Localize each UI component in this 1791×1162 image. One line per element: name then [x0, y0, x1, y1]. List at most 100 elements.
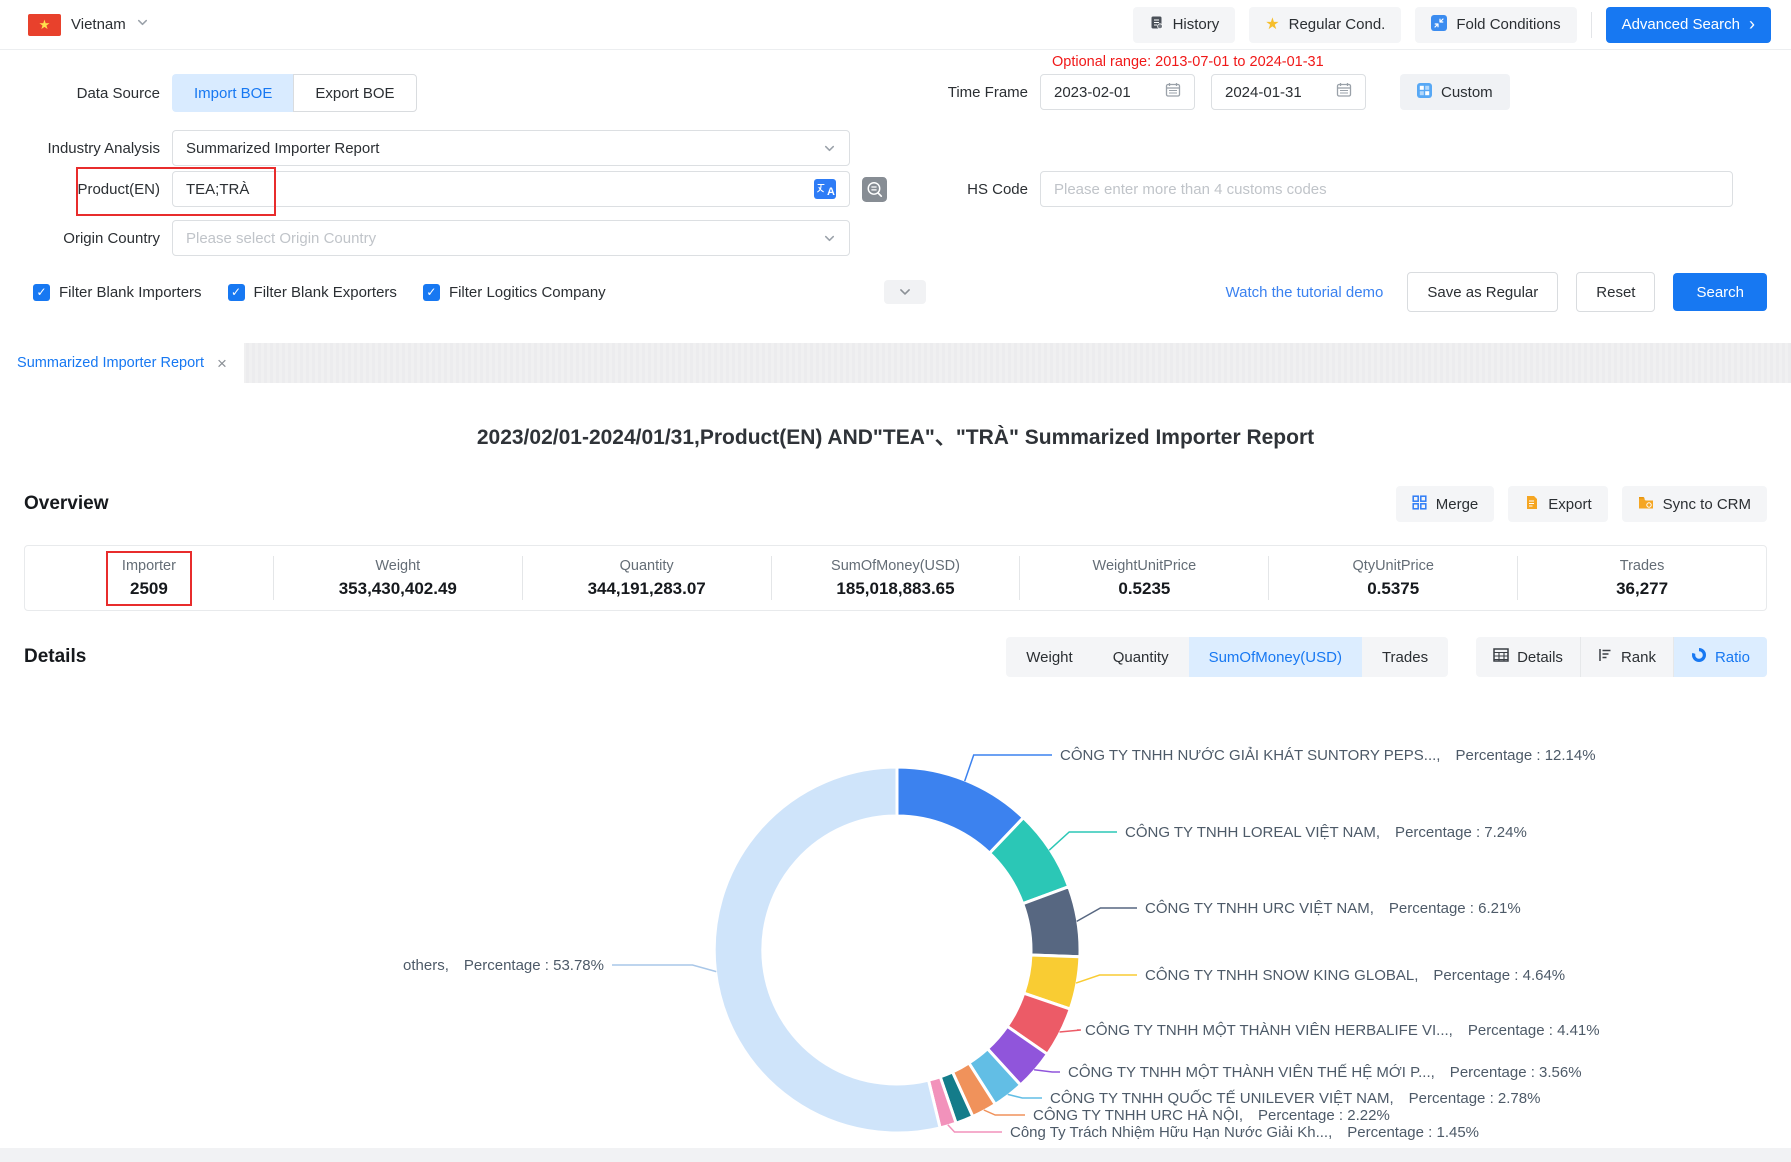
- view-tab-label: Rank: [1621, 649, 1656, 666]
- view-tab-ratio[interactable]: Ratio: [1673, 637, 1767, 677]
- export-boe-tab[interactable]: Export BOE: [293, 74, 416, 112]
- tutorial-link[interactable]: Watch the tutorial demo: [1226, 284, 1384, 301]
- history-label: History: [1173, 16, 1220, 33]
- pie-leader-line: [965, 755, 1052, 781]
- stat-weight: Weight 353,430,402.49: [273, 556, 522, 600]
- industry-analysis-label: Industry Analysis: [0, 140, 172, 157]
- report-content: 2023/02/01-2024/01/31,Product(EN) AND"TE…: [0, 423, 1791, 1148]
- chevron-down-icon: [823, 142, 836, 155]
- merge-button[interactable]: Merge: [1396, 486, 1495, 522]
- stat-value: 0.5375: [1353, 579, 1434, 599]
- calendar-icon: [1336, 82, 1352, 102]
- star-icon: ★: [1265, 17, 1279, 33]
- stat-label: QtyUnitPrice: [1353, 558, 1434, 574]
- checkbox-filter-logitics-company[interactable]: ✓Filter Logitics Company: [423, 284, 606, 301]
- fold-conditions-button[interactable]: Fold Conditions: [1415, 7, 1576, 43]
- report-title: 2023/02/01-2024/01/31,Product(EN) AND"TE…: [0, 423, 1791, 453]
- importer-annotation-box: Importer2509: [106, 551, 192, 606]
- checkbox-filter-blank-importers[interactable]: ✓Filter Blank Importers: [33, 284, 202, 301]
- regular-cond-button[interactable]: ★ Regular Cond.: [1249, 7, 1401, 43]
- pie-label-c-ng-ty-tnhh-m-t-th-nh-vi-n-herbalife-vi: CÔNG TY TNHH MỘT THÀNH VIÊN HERBALIFE VI…: [1085, 1022, 1600, 1039]
- top-header: ★ Vietnam History ★ Regular Cond. Fold C…: [0, 0, 1791, 50]
- stat-label: SumOfMoney(USD): [831, 558, 960, 574]
- svg-text:A: A: [827, 186, 835, 198]
- pie-leader-line: [1049, 832, 1117, 850]
- stat-label: WeightUnitPrice: [1093, 558, 1197, 574]
- reset-button[interactable]: Reset: [1576, 272, 1655, 312]
- header-actions: History ★ Regular Cond. Fold Conditions …: [1133, 7, 1771, 43]
- stat-trades: Trades36,277: [1517, 556, 1766, 600]
- stat-label: Weight: [339, 558, 457, 574]
- tab-title: Summarized Importer Report: [17, 355, 204, 371]
- import-boe-tab[interactable]: Import BOE: [172, 74, 293, 112]
- pie-leader-line: [1077, 908, 1137, 921]
- header-divider: [1591, 12, 1592, 38]
- ratio-donut-icon: [1691, 647, 1707, 667]
- checkbox-filter-blank-exporters[interactable]: ✓Filter Blank Exporters: [228, 284, 397, 301]
- fold-conditions-label: Fold Conditions: [1456, 16, 1560, 33]
- view-tab-rank[interactable]: Rank: [1580, 637, 1673, 677]
- ratio-donut-chart: CÔNG TY TNHH NƯỚC GIẢI KHÁT SUNTORY PEPS…: [0, 690, 1791, 1148]
- country-selector[interactable]: ★ Vietnam: [28, 14, 149, 36]
- history-button[interactable]: History: [1133, 7, 1236, 43]
- exact-match-button[interactable]: [862, 177, 887, 202]
- stat-label: Importer: [122, 558, 176, 574]
- hs-code-placeholder: Please enter more than 4 customs codes: [1054, 181, 1327, 198]
- view-tab-details[interactable]: Details: [1476, 637, 1580, 677]
- export-file-icon: [1524, 495, 1539, 514]
- pie-leader-line: [1008, 1094, 1042, 1098]
- details-controls: WeightQuantitySumOfMoney(USD)Trades Deta…: [1006, 637, 1767, 677]
- stat-value: 353,430,402.49: [339, 579, 457, 599]
- hs-code-input[interactable]: Please enter more than 4 customs codes: [1040, 171, 1733, 207]
- pie-label-c-ng-ty-tnhh-n-c-gi-i-kh-t-suntory-peps: CÔNG TY TNHH NƯỚC GIẢI KHÁT SUNTORY PEPS…: [1060, 747, 1596, 764]
- metric-tab-sumofmoney-usd[interactable]: SumOfMoney(USD): [1189, 637, 1362, 677]
- product-label: Product(EN): [0, 181, 172, 198]
- search-button[interactable]: Search: [1673, 273, 1767, 311]
- collapse-conditions-button[interactable]: [884, 280, 926, 304]
- custom-icon: [1417, 83, 1432, 102]
- export-button[interactable]: Export: [1508, 486, 1607, 522]
- pie-leader-line: [612, 965, 716, 972]
- custom-range-button[interactable]: Custom: [1400, 74, 1510, 110]
- stat-weightunitprice: WeightUnitPrice0.5235: [1019, 556, 1268, 600]
- overview-stats: Importer2509Weight353,430,402.49Quantity…: [24, 545, 1767, 611]
- tab-bar: Summarized Importer Report ×: [0, 343, 1791, 383]
- pie-label-c-ng-ty-tnhh-snow-king-global: CÔNG TY TNHH SNOW KING GLOBAL, Percentag…: [1145, 967, 1565, 984]
- industry-analysis-value: Summarized Importer Report: [186, 140, 379, 157]
- pie-slice-others[interactable]: [714, 767, 940, 1133]
- product-input[interactable]: TEA;TRÀ A: [172, 171, 850, 207]
- checkbox-label: Filter Blank Exporters: [254, 284, 397, 301]
- search-conditions-panel: Optional range: 2013-07-01 to 2024-01-31…: [0, 50, 1791, 343]
- metric-tab-weight[interactable]: Weight: [1006, 637, 1092, 677]
- pie-leader-line: [1076, 975, 1137, 983]
- pie-label-others: others, Percentage : 53.78%: [403, 957, 604, 974]
- metric-tab-quantity[interactable]: Quantity: [1093, 637, 1189, 677]
- sync-label: Sync to CRM: [1663, 496, 1751, 513]
- pie-label-c-ng-ty-tnhh-urc-h-n-i: CÔNG TY TNHH URC HÀ NỘI, Percentage : 2.…: [1033, 1107, 1390, 1124]
- horizontal-scrollbar[interactable]: [0, 1148, 1791, 1162]
- date-from-input[interactable]: 2023-02-01: [1040, 74, 1195, 110]
- advanced-search-button[interactable]: Advanced Search ›: [1606, 7, 1771, 43]
- advanced-search-label: Advanced Search: [1622, 16, 1740, 33]
- sync-to-crm-button[interactable]: Sync to CRM: [1622, 486, 1767, 522]
- calendar-icon: [1165, 82, 1181, 102]
- app-root: ★ Vietnam History ★ Regular Cond. Fold C…: [0, 0, 1791, 1162]
- industry-analysis-select[interactable]: Summarized Importer Report: [172, 130, 850, 166]
- regular-cond-label: Regular Cond.: [1289, 16, 1386, 33]
- export-label: Export: [1548, 496, 1591, 513]
- translate-icon[interactable]: A: [814, 179, 836, 199]
- details-heading: Details: [24, 646, 86, 668]
- view-tab-label: Details: [1517, 649, 1563, 666]
- chevron-down-icon: [823, 232, 836, 245]
- metric-tab-trades[interactable]: Trades: [1362, 637, 1448, 677]
- hs-code-row: HS Code Please enter more than 4 customs…: [928, 171, 1733, 207]
- pie-label-c-ng-ty-tnhh-urc-vi-t-nam: CÔNG TY TNHH URC VIỆT NAM, Percentage : …: [1145, 900, 1521, 917]
- save-as-regular-button[interactable]: Save as Regular: [1407, 272, 1558, 312]
- tab-summarized-importer-report[interactable]: Summarized Importer Report ×: [0, 343, 244, 383]
- stat-value: 344,191,283.07: [588, 579, 706, 599]
- date-to-input[interactable]: 2024-01-31: [1211, 74, 1366, 110]
- stat-sumofmoney-usd: SumOfMoney(USD)185,018,883.65: [771, 556, 1020, 600]
- origin-country-select[interactable]: Please select Origin Country: [172, 220, 850, 256]
- close-icon[interactable]: ×: [217, 355, 227, 372]
- pie-leader-line: [1034, 1070, 1060, 1072]
